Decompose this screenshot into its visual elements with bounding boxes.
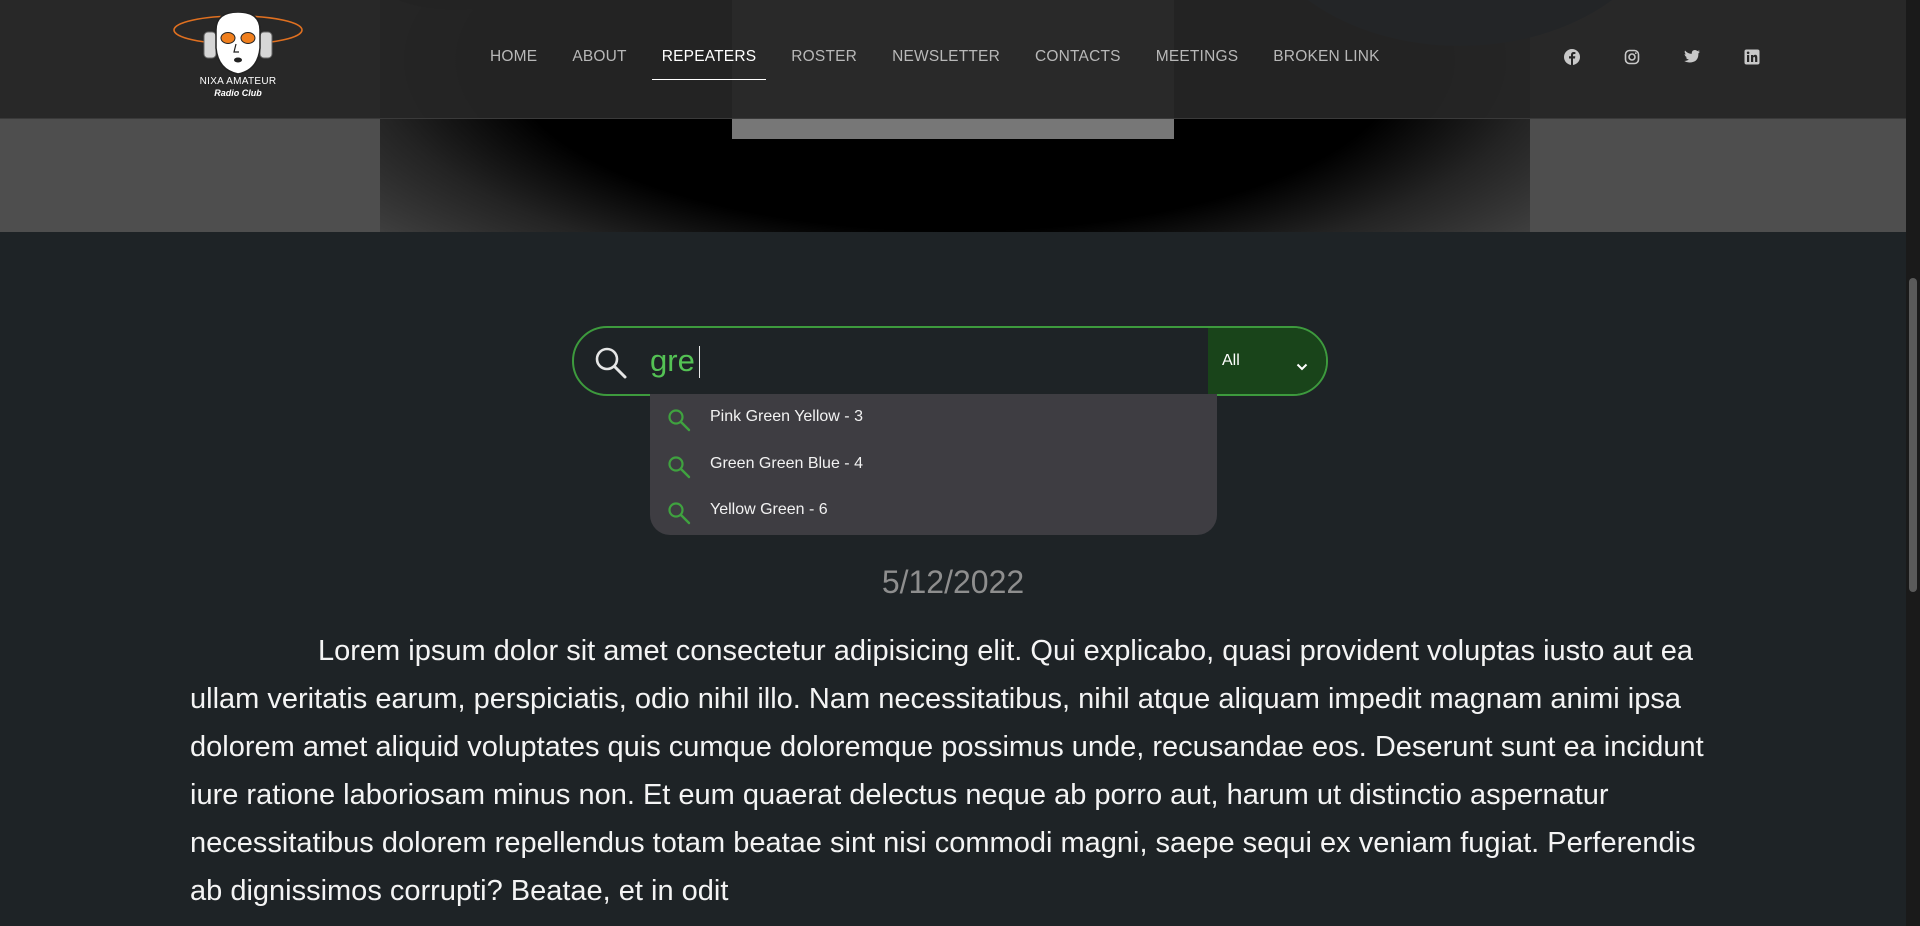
search-suggestions: Pink Green Yellow - 3 Green Green Blue -… [650, 394, 1217, 535]
search-icon [667, 455, 691, 484]
nav-meetings[interactable]: MEETINGS [1146, 44, 1249, 80]
nav-home[interactable]: HOME [480, 44, 547, 80]
nav-about[interactable]: ABOUT [562, 44, 636, 80]
suggestion-item[interactable]: Yellow Green - 6 [650, 487, 1217, 533]
suggestion-label: Pink Green Yellow - 3 [710, 408, 863, 425]
nav-contacts[interactable]: CONTACTS [1025, 44, 1131, 80]
suggestion-item[interactable]: Pink Green Yellow - 3 [650, 394, 1217, 440]
search-input[interactable] [650, 336, 1170, 386]
chevron-down-icon [1296, 358, 1308, 376]
suggestion-item[interactable]: Green Green Blue - 4 [650, 441, 1217, 487]
nav-newsletter[interactable]: NEWSLETTER [882, 44, 1010, 80]
text-caret [699, 346, 700, 378]
post-body: Lorem ipsum dolor sit amet consectetur a… [190, 635, 1704, 907]
search-filter-value: All [1222, 352, 1240, 369]
linkedin-icon[interactable] [1743, 48, 1761, 66]
search-bar: All [572, 326, 1328, 396]
logo-mascot-icon [173, 12, 303, 75]
scrollbar-thumb[interactable] [1909, 278, 1917, 592]
nav-repeaters[interactable]: REPEATERS [651, 44, 767, 80]
nav-roster[interactable]: ROSTER [781, 44, 867, 80]
main-nav: HOME ABOUT REPEATERS ROSTER NEWSLETTER C… [480, 44, 1405, 80]
page-scrollbar[interactable] [1906, 0, 1920, 926]
instagram-icon[interactable] [1623, 48, 1641, 66]
search-filter-select[interactable]: All [1208, 328, 1326, 394]
search-icon [594, 346, 628, 385]
site-header: NIXA AMATEUR Radio Club HOME ABOUT REPEA… [0, 0, 1906, 119]
club-logo[interactable]: NIXA AMATEUR Radio Club [170, 12, 306, 102]
search-icon [667, 501, 691, 530]
suggestion-label: Green Green Blue - 4 [710, 455, 863, 472]
logo-title: NIXA AMATEUR [199, 76, 277, 87]
search-icon [667, 408, 691, 437]
twitter-icon[interactable] [1683, 48, 1701, 66]
facebook-icon[interactable] [1563, 48, 1581, 66]
suggestion-label: Yellow Green - 6 [710, 501, 828, 518]
post-date: 5/12/2022 [881, 564, 1025, 600]
nav-broken-link[interactable]: BROKEN LINK [1263, 44, 1389, 80]
logo-subtitle: Radio Club [214, 88, 262, 98]
